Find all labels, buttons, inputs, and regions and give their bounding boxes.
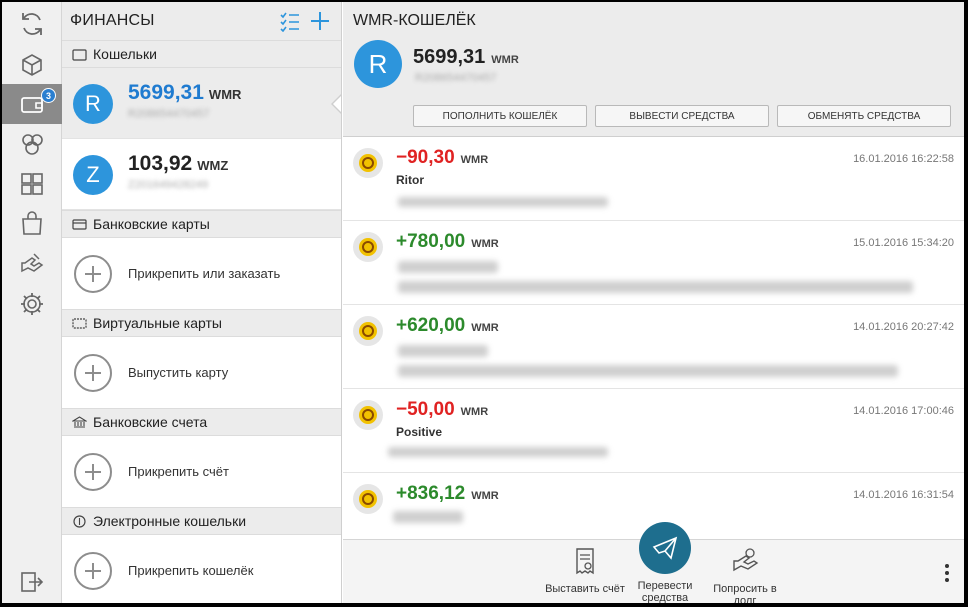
add-icon[interactable] xyxy=(309,10,331,37)
wallet-avatar: Z xyxy=(73,155,113,195)
wallet-detail-number: R208654470457 xyxy=(415,72,497,84)
wallet-amount: 5699,31 xyxy=(128,81,204,104)
plus-icon[interactable] xyxy=(74,353,112,392)
wallet-icon[interactable]: 3 xyxy=(2,84,62,124)
boxes-icon[interactable] xyxy=(2,44,62,84)
transaction-amount: +780,00 xyxy=(396,231,466,252)
borrow-button[interactable]: Попросить в долг xyxy=(705,546,785,603)
card-icon xyxy=(72,218,87,230)
attach-bank-card[interactable]: Прикрепить или заказать xyxy=(62,238,341,309)
blurred-name xyxy=(393,511,463,523)
section-wallets: Кошельки xyxy=(62,40,341,68)
wallet-avatar: R xyxy=(73,84,113,124)
wallet-detail-amount: 5699,31 xyxy=(413,46,486,68)
more-menu-icon[interactable] xyxy=(944,564,950,582)
transaction-currency: WMR xyxy=(460,154,489,166)
coin-icon xyxy=(73,514,86,528)
wallet-detail-avatar: R xyxy=(354,40,402,88)
transaction-amount: +836,12 xyxy=(396,483,466,504)
apps-icon[interactable] xyxy=(2,164,62,204)
exchange-button[interactable]: ОБМЕНЯТЬ СРЕДСТВА xyxy=(777,105,951,127)
blurred-description xyxy=(398,197,608,207)
transaction-date: 14.01.2016 17:00:46 xyxy=(853,405,954,417)
transaction-amount: −90,30 xyxy=(396,147,455,168)
logout-icon[interactable] xyxy=(2,563,62,601)
blurred-name xyxy=(398,261,498,273)
wallet-detail-panel: WMR-КОШЕЛЁК R 5699,31 WMR R208654470457 П… xyxy=(343,2,964,603)
refresh-icon[interactable] xyxy=(2,4,62,44)
borrow-label: Попросить в долг xyxy=(713,583,777,603)
invoice-icon xyxy=(576,548,594,575)
shop-bag-icon[interactable] xyxy=(2,204,62,244)
transaction-currency: WMR xyxy=(460,406,489,418)
transaction-currency: WMR xyxy=(471,490,499,502)
finances-title: ФИНАНСЫ xyxy=(70,12,155,29)
transaction-row[interactable]: −50,00 WMR 14.01.2016 17:00:46 Positive xyxy=(343,389,964,473)
transaction-currency: WMR xyxy=(471,322,499,334)
wallet-item-wmr[interactable]: R 5699,31 WMR R208654470457 xyxy=(62,68,341,139)
section-virtual-cards: Виртуальные карты xyxy=(62,309,341,337)
attach-bank-account[interactable]: Прикрепить счёт xyxy=(62,436,341,507)
section-e-wallets: Электронные кошельки xyxy=(62,507,341,535)
issue-virtual-card[interactable]: Выпустить карту xyxy=(62,337,341,408)
webmoney-logo-icon xyxy=(353,232,383,262)
transaction-row[interactable]: −90,30 WMR 16.01.2016 16:22:58 Ritor xyxy=(343,137,964,221)
plus-icon[interactable] xyxy=(74,254,112,293)
settings-icon[interactable] xyxy=(2,284,62,324)
side-rail: 3 xyxy=(2,2,62,603)
transaction-date: 16.01.2016 16:22:58 xyxy=(853,153,954,165)
wallet-currency: WMZ xyxy=(197,158,229,173)
transaction-currency: WMR xyxy=(471,238,499,250)
wallet-item-wmz[interactable]: Z 103,92 WMZ Z201649428249 xyxy=(62,139,341,210)
contacts-icon[interactable] xyxy=(2,124,62,164)
section-bank-accounts: Банковские счета xyxy=(62,408,341,436)
webmoney-logo-icon xyxy=(353,484,383,514)
transaction-row[interactable]: +620,00 WMR 14.01.2016 20:27:42 xyxy=(343,305,964,389)
transaction-name: Positive xyxy=(396,425,443,439)
transaction-name: Ritor xyxy=(396,173,424,187)
withdraw-button[interactable]: ВЫВЕСТИ СРЕДСТВА xyxy=(595,105,769,127)
wallet-detail-title: WMR-КОШЕЛЁК xyxy=(353,12,476,29)
finances-panel: ФИНАНСЫ Кошельки R 5699,31 WMR R208654470… xyxy=(62,2,342,603)
attach-e-wallet[interactable]: Прикрепить кошелёк xyxy=(62,535,341,603)
plus-icon[interactable] xyxy=(74,452,112,491)
transaction-date: 15.01.2016 15:34:20 xyxy=(853,237,954,249)
notification-badge: 3 xyxy=(41,88,56,103)
transaction-amount: −50,00 xyxy=(396,399,455,420)
send-icon[interactable] xyxy=(639,522,691,574)
webmoney-logo-icon xyxy=(353,148,383,178)
webmoney-logo-icon xyxy=(353,400,383,430)
transaction-row[interactable]: +780,00 WMR 15.01.2016 15:34:20 xyxy=(343,221,964,305)
plus-icon[interactable] xyxy=(74,551,112,590)
wallet-small-icon xyxy=(72,48,87,61)
handshake-icon[interactable] xyxy=(2,244,62,284)
virtual-card-icon xyxy=(72,317,87,329)
blurred-description xyxy=(398,281,913,293)
wallet-number: R208654470457 xyxy=(128,108,210,120)
transaction-date: 14.01.2016 20:27:42 xyxy=(853,321,954,333)
webmoney-logo-icon xyxy=(353,316,383,346)
transfer-label: Перевести средства xyxy=(637,580,693,603)
transfer-button[interactable]: Перевести средства xyxy=(625,522,705,603)
checklist-icon[interactable] xyxy=(279,10,301,37)
transaction-date: 14.01.2016 16:31:54 xyxy=(853,489,954,501)
invoice-button[interactable]: Выставить счёт xyxy=(545,546,625,595)
blurred-description xyxy=(388,447,608,457)
blurred-description xyxy=(398,365,898,377)
wallet-detail-currency: WMR xyxy=(491,54,519,66)
borrow-hand-icon xyxy=(733,548,759,572)
invoice-label: Выставить счёт xyxy=(545,583,625,595)
wallet-detail-header: WMR-КОШЕЛЁК R 5699,31 WMR R208654470457 П… xyxy=(343,2,964,137)
transaction-amount: +620,00 xyxy=(396,315,466,336)
blurred-name xyxy=(398,345,488,357)
wallet-amount: 103,92 xyxy=(128,152,193,175)
app-window: 3 ФИНАНСЫ Кошельки R 5699,31 WMR R208654… xyxy=(2,2,964,603)
wallet-currency: WMR xyxy=(208,87,242,102)
finances-header: ФИНАНСЫ xyxy=(62,2,341,40)
bank-icon xyxy=(72,415,87,428)
wallet-number: Z201649428249 xyxy=(128,179,209,191)
section-bank-cards: Банковские карты xyxy=(62,210,341,238)
bottom-action-bar: Выставить счёт Перевести средства Попрос… xyxy=(343,522,964,603)
topup-button[interactable]: ПОПОЛНИТЬ КОШЕЛЁК xyxy=(413,105,587,127)
